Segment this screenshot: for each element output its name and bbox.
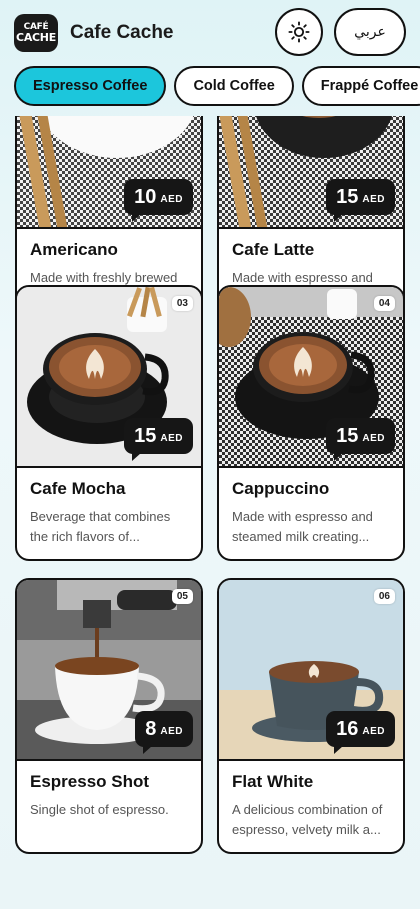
product-grid: 10 AED Americano Made with freshly brewe… [0, 116, 420, 909]
product-card[interactable]: 04 15 AED Cappuccino Made with espresso … [217, 285, 405, 561]
product-name: Cafe Mocha [30, 479, 126, 498]
item-number-badge: 06 [373, 589, 395, 604]
product-image: 05 8 AED [17, 580, 201, 761]
price-value: 15 [336, 185, 359, 208]
theme-toggle-button[interactable] [275, 8, 323, 56]
sun-icon [288, 21, 310, 43]
product-name: Flat White [232, 772, 314, 791]
tab-frappe-coffee[interactable]: Frappé Coffee [301, 66, 420, 106]
product-image: 03 15 AED [17, 287, 201, 468]
price-tag: 15 AED [326, 179, 395, 222]
item-number-badge: 03 [171, 296, 193, 311]
price-value: 8 [145, 717, 157, 740]
product-image: 04 15 AED [219, 287, 403, 468]
price-tag: 10 AED [124, 179, 193, 222]
product-card[interactable]: 06 16 AED Flat White A delicious combina… [217, 578, 405, 854]
price-currency: AED [160, 194, 183, 205]
tab-espresso-coffee[interactable]: Espresso Coffee [14, 66, 167, 106]
product-image: 06 16 AED [219, 580, 403, 761]
product-card[interactable]: 05 8 AED Espresso Shot Single shot of es… [15, 578, 203, 854]
price-value: 15 [134, 424, 157, 447]
product-description: Made with espresso and steamed milk crea… [232, 509, 373, 544]
price-currency: AED [362, 726, 385, 737]
price-tag: 16 AED [326, 711, 395, 754]
product-image: 10 AED [17, 116, 201, 229]
product-name: Americano [30, 240, 118, 259]
price-currency: AED [160, 433, 183, 444]
product-name: Espresso Shot [30, 772, 150, 791]
product-description: Single shot of espresso. [30, 802, 169, 817]
price-tag: 15 AED [326, 418, 395, 461]
price-value: 15 [336, 424, 359, 447]
item-number-badge: 04 [373, 296, 395, 311]
product-image: 15 AED [219, 116, 403, 229]
product-name: Cappuccino [232, 479, 330, 498]
language-switch-button[interactable]: عربي [334, 8, 406, 56]
tab-cold-coffee[interactable]: Cold Coffee [174, 66, 294, 106]
price-currency: AED [160, 726, 183, 737]
category-tabs: Espresso Coffee Cold Coffee Frappé Coffe… [14, 66, 420, 106]
price-value: 10 [134, 185, 157, 208]
price-currency: AED [362, 194, 385, 205]
price-currency: AED [362, 433, 385, 444]
logo-line-2: CACHE [16, 31, 56, 44]
app-title: Cafe Cache [70, 22, 174, 43]
product-name: Cafe Latte [232, 240, 315, 259]
product-description: A delicious combination of espresso, vel… [232, 802, 383, 837]
cafe-cache-logo[interactable]: CAFÉ CACHE [14, 14, 58, 52]
price-tag: 15 AED [124, 418, 193, 461]
product-card[interactable]: 03 15 AED Cafe Mocha Beverage that combi… [15, 285, 203, 561]
price-tag: 8 AED [135, 711, 193, 754]
price-value: 16 [336, 717, 359, 740]
product-description: Beverage that combines the rich flavors … [30, 509, 171, 544]
item-number-badge: 05 [171, 589, 193, 604]
